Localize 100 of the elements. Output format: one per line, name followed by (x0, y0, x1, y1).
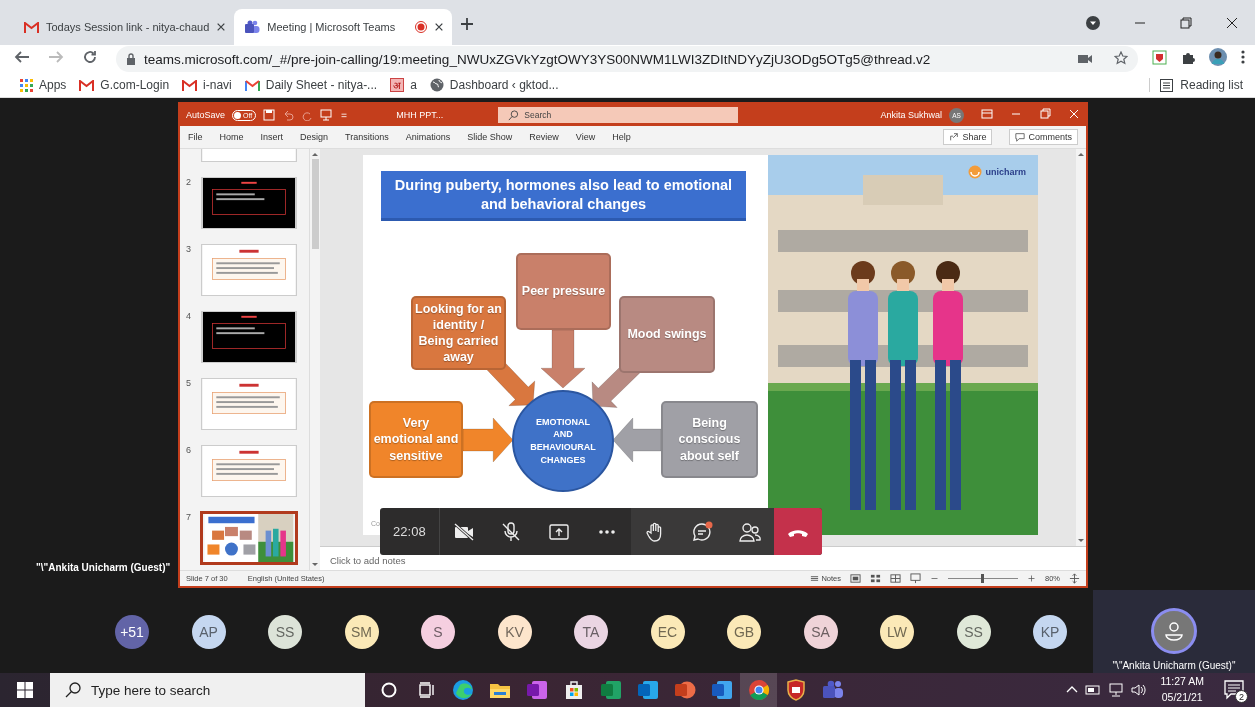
scroll-down-icon[interactable] (1077, 538, 1085, 544)
bookmark-link[interactable]: a (410, 78, 417, 92)
shield-icon[interactable] (1152, 49, 1167, 65)
folder-icon (488, 681, 511, 699)
bookmark-link[interactable]: G.com-Login (100, 78, 170, 92)
puzzle-icon[interactable] (1181, 50, 1195, 64)
slide-number: 5 (186, 378, 192, 388)
raise-hand-button[interactable] (630, 508, 679, 555)
ribbon-tab[interactable]: View (575, 132, 596, 142)
share-button[interactable]: Share (943, 129, 993, 145)
close-icon[interactable] (434, 22, 445, 32)
participant-avatar[interactable]: +51 (115, 614, 149, 649)
participants-button[interactable] (726, 508, 775, 555)
bookmark-link[interactable]: Apps (39, 78, 67, 92)
block-arrow (462, 417, 514, 463)
slide-thumbnail[interactable] (201, 512, 297, 564)
mail-icon (24, 21, 39, 33)
slide-title: During puberty, hormones also lead to emotional and behavioral changes (381, 171, 746, 221)
participant-avatar[interactable]: LW (880, 614, 914, 649)
restore-icon[interactable] (1180, 16, 1192, 29)
globe-icon (429, 78, 444, 92)
reading-list-link[interactable]: Reading list (1180, 78, 1243, 92)
participant-avatar[interactable]: TA (574, 614, 608, 649)
mail-icon (79, 79, 95, 91)
participant-avatar[interactable]: SM (344, 614, 379, 649)
comment-icon (1015, 132, 1026, 142)
back-icon[interactable] (14, 49, 30, 65)
taskbar-clock[interactable]: 11:27 AM 05/21/21 (1160, 674, 1204, 706)
close-icon[interactable] (1226, 16, 1238, 29)
battery-icon[interactable] (1085, 682, 1102, 698)
diagram-box: Mood swings (619, 296, 715, 373)
hand-icon (645, 521, 664, 542)
search-field[interactable]: Search (498, 107, 739, 123)
dropdown-icon[interactable] (1086, 15, 1100, 30)
bookmark-link[interactable]: Daily Sheet - nitya-... (265, 78, 378, 92)
participant-avatar[interactable]: AP (191, 614, 226, 649)
avatar-icon[interactable] (1209, 48, 1227, 66)
people-icon (821, 680, 844, 700)
browser-tab[interactable]: Meeting | Microsoft Teams (234, 9, 453, 45)
slide-number: 7 (186, 512, 192, 522)
browser-tab[interactable]: Todays Session link - nitya-chaud (14, 9, 235, 45)
bookmark-link[interactable]: Dashboard ‹ gktod... (449, 78, 559, 92)
zoom-in-icon[interactable] (1027, 574, 1036, 583)
bookmark-link[interactable]: i-navi (203, 78, 232, 92)
shield-icon (785, 679, 806, 701)
share-icon (949, 132, 960, 142)
reload-icon[interactable] (82, 49, 98, 65)
reading-view-icon[interactable] (890, 573, 901, 584)
search-icon (508, 109, 520, 121)
taskbar-search-field[interactable]: Type here to search (50, 673, 365, 707)
participant-avatar[interactable]: SS (956, 614, 991, 649)
scroll-up-icon[interactable] (311, 151, 319, 157)
ribbon-tab[interactable]: Slide Show (467, 132, 513, 142)
scroll-down-icon[interactable] (311, 562, 319, 568)
close-icon[interactable] (216, 22, 227, 32)
participant-name: "\"Ankita Unicharm (Guest)" (1112, 660, 1236, 671)
ribbon-tab[interactable]: Help (612, 132, 631, 142)
notifications-button[interactable]: 2 (1223, 679, 1245, 701)
normal-view-icon[interactable] (850, 573, 861, 584)
star-icon[interactable] (1114, 50, 1128, 65)
windows-icon (17, 682, 33, 698)
mail-icon (244, 79, 260, 91)
ribbon-tab[interactable]: Insert (260, 132, 284, 142)
hang-up-button[interactable] (774, 508, 822, 555)
ribbon-display-icon[interactable] (981, 108, 993, 120)
participant-avatar[interactable]: EC (650, 614, 685, 649)
zoom-slider[interactable] (981, 574, 985, 583)
fit-icon[interactable] (1069, 573, 1080, 584)
comments-button[interactable]: Comments (1009, 129, 1078, 145)
sorter-view-icon[interactable] (870, 573, 881, 584)
participant-avatar[interactable]: KP (1033, 614, 1067, 649)
participant-avatar[interactable]: S (421, 614, 455, 649)
plus-icon[interactable] (460, 17, 475, 31)
swirl-icon (451, 679, 474, 701)
restore-icon[interactable] (1039, 108, 1051, 120)
ribbon-tab[interactable]: Review (529, 132, 559, 142)
list-icon (1160, 78, 1174, 92)
ribbon-tab[interactable]: Transitions (345, 132, 389, 142)
participant-avatar[interactable]: KV (497, 614, 532, 649)
ribbon-tab[interactable]: File (188, 132, 203, 142)
ribbon-tab[interactable]: Home (219, 132, 244, 142)
ribbon-tab[interactable]: Design (300, 132, 329, 142)
volume-icon[interactable] (1131, 682, 1148, 698)
present-icon[interactable] (320, 109, 333, 121)
save-icon[interactable] (263, 109, 276, 121)
participant-avatar[interactable]: SA (803, 614, 838, 649)
network-icon[interactable] (1108, 682, 1125, 698)
address-bar[interactable]: teams.microsoft.com/_#/pre-join-calling/19:meeting_NWUxZGVkYzgtOWY3YS00NWM1LWI3ZDItNDYyZjU3ODg5OTg5@thread.v2 (116, 46, 1138, 72)
participant-avatar[interactable]: GB (727, 614, 761, 649)
scrollbar-thumb[interactable] (311, 159, 319, 249)
notes-icon (810, 574, 820, 583)
circle-icon (380, 682, 397, 698)
slideshow-icon[interactable] (910, 573, 921, 584)
notes-placeholder[interactable]: Click to add notes (330, 555, 406, 566)
participant-avatar[interactable]: SS (268, 614, 302, 649)
file-name[interactable]: MHH PPT... (396, 110, 444, 120)
camera-icon[interactable] (1078, 53, 1092, 65)
scroll-up-icon[interactable] (1077, 151, 1085, 157)
ribbon-tab[interactable]: Animations (405, 132, 451, 142)
more-icon[interactable] (1241, 50, 1245, 64)
